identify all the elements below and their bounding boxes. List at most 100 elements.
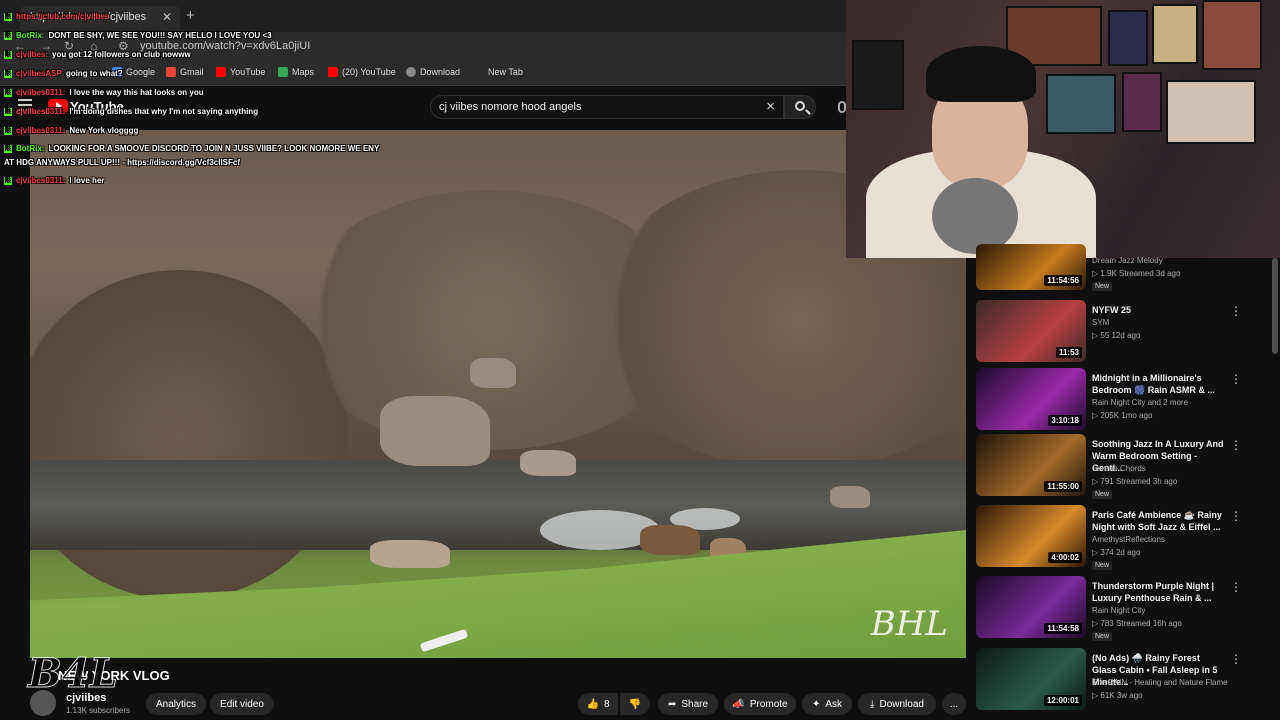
ask-button[interactable]: ✦ Ask bbox=[802, 693, 852, 715]
new-tab-button[interactable]: + bbox=[186, 7, 195, 24]
bookmark-maps[interactable]: Maps bbox=[278, 67, 314, 77]
bookmark-youtube[interactable]: YouTube bbox=[216, 67, 265, 77]
chat-message: KcjviibesASP going to what? bbox=[4, 69, 123, 78]
search-button[interactable] bbox=[784, 95, 816, 119]
clear-search-icon[interactable]: × bbox=[766, 98, 775, 115]
recommendation-title[interactable]: Paris Café Ambience ☕ Rainy Night with S… bbox=[1092, 509, 1224, 533]
new-badge: New bbox=[1092, 632, 1113, 641]
youtube-icon bbox=[328, 67, 338, 77]
recommendation-channel[interactable]: SYM bbox=[1092, 318, 1109, 327]
bookmark-new-tab[interactable]: New Tab bbox=[488, 67, 523, 77]
recommendation-item[interactable]: 11:55:00 Soothing Jazz In A Luxury And Wa… bbox=[976, 434, 1280, 500]
recommendation-item[interactable]: 11:53 NYFW 25 ⋮ SYM ▷ 55 12d ago bbox=[976, 300, 1280, 366]
more-options-icon[interactable]: ⋮ bbox=[1230, 438, 1242, 452]
youtube-icon bbox=[216, 67, 226, 77]
chat-message: AT HDG ANYWAYS PULL UP!!! - https://disc… bbox=[4, 158, 241, 167]
duration-badge: 3:10:18 bbox=[1048, 415, 1082, 426]
more-actions-button[interactable]: ... bbox=[942, 693, 966, 715]
close-icon[interactable]: ✕ bbox=[162, 10, 172, 24]
bookmark-gmail[interactable]: Gmail bbox=[166, 67, 204, 77]
new-badge: New bbox=[1092, 561, 1113, 570]
bookmark-download[interactable]: Download bbox=[406, 67, 460, 77]
edit-video-button[interactable]: Edit video bbox=[210, 693, 274, 715]
chat-message: K BotRix: DONT BE SHY, WE SEE YOU!!! SAY H… bbox=[4, 31, 272, 40]
recommendation-item[interactable]: 12:00:01 (No Ads) 🌧️ Rainy Forest Glass C… bbox=[976, 648, 1280, 714]
dislike-button[interactable]: 👎 bbox=[620, 693, 650, 715]
wall-poster bbox=[1166, 80, 1256, 144]
video-thumbnail[interactable]: 11:53 bbox=[976, 300, 1086, 362]
download-icon bbox=[406, 67, 416, 77]
recommendation-channel[interactable]: Rain Night City and 2 more bbox=[1092, 398, 1188, 407]
more-options-icon[interactable]: ⋮ bbox=[1230, 580, 1242, 594]
sparkle-icon: ✦ bbox=[811, 698, 821, 710]
video-player[interactable]: BHL bbox=[30, 130, 966, 658]
video-thumbnail[interactable]: 12:00:01 bbox=[976, 648, 1086, 710]
chat-message: Kcjviibes0311: New York vlogggg bbox=[4, 126, 139, 135]
wall-poster bbox=[1122, 72, 1162, 132]
thumbs-down-icon: 👎 bbox=[628, 698, 642, 710]
chat-badge-icon: K bbox=[4, 88, 12, 97]
more-options-icon[interactable]: ⋮ bbox=[1230, 372, 1242, 386]
scrollbar-thumb[interactable] bbox=[1272, 258, 1278, 354]
chat-message: K BotRix: LOOKING FOR A SMOOVE DISCORD TO … bbox=[4, 144, 380, 153]
chat-badge-icon: K bbox=[4, 12, 12, 21]
download-icon: ⤓ bbox=[870, 698, 875, 710]
rock bbox=[380, 396, 490, 466]
recommendation-meta: ▷ 783 Streamed 16h ago bbox=[1092, 619, 1182, 628]
video-thumbnail[interactable]: 11:54:58 bbox=[976, 576, 1086, 638]
more-options-icon[interactable]: ⋮ bbox=[1230, 304, 1242, 318]
creek-water bbox=[30, 460, 966, 550]
recommendation-item[interactable]: 3:10:18 Midnight in a Millionaire's Bedro… bbox=[976, 368, 1280, 434]
chat-badge-icon: K bbox=[4, 31, 12, 40]
wall-poster bbox=[1202, 0, 1262, 70]
recommendation-channel[interactable]: Dream Jazz Melody bbox=[1092, 256, 1163, 265]
share-button[interactable]: ➦ Share bbox=[658, 693, 718, 715]
rock bbox=[830, 486, 870, 508]
video-thumbnail[interactable]: 11:54:56 bbox=[976, 244, 1086, 290]
chat-message: Kcjviibes: you got 12 followers on club n… bbox=[4, 50, 191, 59]
duration-badge: 11:54:56 bbox=[1044, 275, 1082, 286]
rock bbox=[640, 525, 700, 555]
thumbs-up-icon: 👍 bbox=[586, 698, 599, 710]
video-thumbnail[interactable]: 11:55:00 bbox=[976, 434, 1086, 496]
recommendation-item[interactable]: 11:54:58 Thunderstorm Purple Night | Luxu… bbox=[976, 576, 1280, 642]
recommendation-meta: ▷ 61K 3w ago bbox=[1092, 691, 1143, 700]
recommendation-title[interactable]: Thunderstorm Purple Night | Luxury Penth… bbox=[1092, 580, 1224, 604]
rock bbox=[520, 450, 576, 476]
like-button[interactable]: 👍 8 bbox=[578, 693, 618, 715]
gmail-icon bbox=[166, 67, 176, 77]
recommendation-channel[interactable]: Serene Chords bbox=[1092, 464, 1146, 473]
recommendation-channel[interactable]: Rain Night City bbox=[1092, 606, 1145, 615]
microphone-icon[interactable] bbox=[838, 101, 846, 113]
recommendation-meta: ▷ 205K 1mo ago bbox=[1092, 411, 1153, 420]
recommendation-meta: ▷ 791 Streamed 3h ago bbox=[1092, 477, 1178, 486]
microphone-foam bbox=[932, 178, 1018, 254]
more-options-icon[interactable]: ⋮ bbox=[1230, 509, 1242, 523]
duration-badge: 12:00:01 bbox=[1043, 695, 1082, 706]
recommendation-title[interactable]: Midnight in a Millionaire's Bedroom 🎆 Ra… bbox=[1092, 372, 1224, 396]
subscriber-count: 1.13K subscribers bbox=[66, 706, 131, 715]
download-button[interactable]: ⤓ Download bbox=[858, 693, 936, 715]
video-thumbnail[interactable]: 3:10:18 bbox=[976, 368, 1086, 430]
promote-button[interactable]: 📣 Promote bbox=[724, 693, 796, 715]
maps-icon bbox=[278, 67, 288, 77]
video-thumbnail[interactable]: 4:00:02 bbox=[976, 505, 1086, 567]
recommendation-item[interactable]: 4:00:02 Paris Café Ambience ☕ Rainy Night… bbox=[976, 505, 1280, 571]
duration-badge: 4:00:02 bbox=[1048, 552, 1082, 563]
duration-badge: 11:53 bbox=[1055, 347, 1082, 358]
chat-badge-icon: K bbox=[4, 144, 12, 153]
duration-badge: 11:55:00 bbox=[1044, 481, 1082, 492]
video-watermark: BHL bbox=[870, 604, 948, 644]
analytics-button[interactable]: Analytics bbox=[146, 693, 206, 715]
recommendation-title[interactable]: NYFW 25 bbox=[1092, 304, 1224, 316]
share-icon: ➦ bbox=[667, 698, 677, 710]
recommendation-channel[interactable]: AmethystReflections bbox=[1092, 535, 1165, 544]
wall-poster bbox=[1046, 74, 1116, 134]
chat-message: Kcjviibes0311: I'm doing dishes that why … bbox=[4, 107, 259, 116]
search-query: cj viibes nomore hood angels bbox=[439, 101, 582, 113]
recommendation-meta: ▷ 374 2d ago bbox=[1092, 548, 1141, 557]
more-options-icon[interactable]: ⋮ bbox=[1230, 652, 1242, 666]
search-input[interactable]: cj viibes nomore hood angels × bbox=[430, 95, 784, 119]
bookmark-youtube-20[interactable]: (20) YouTube bbox=[328, 67, 396, 77]
recommendation-channel[interactable]: The RAIN - Healing and Nature Flame bbox=[1092, 678, 1228, 687]
